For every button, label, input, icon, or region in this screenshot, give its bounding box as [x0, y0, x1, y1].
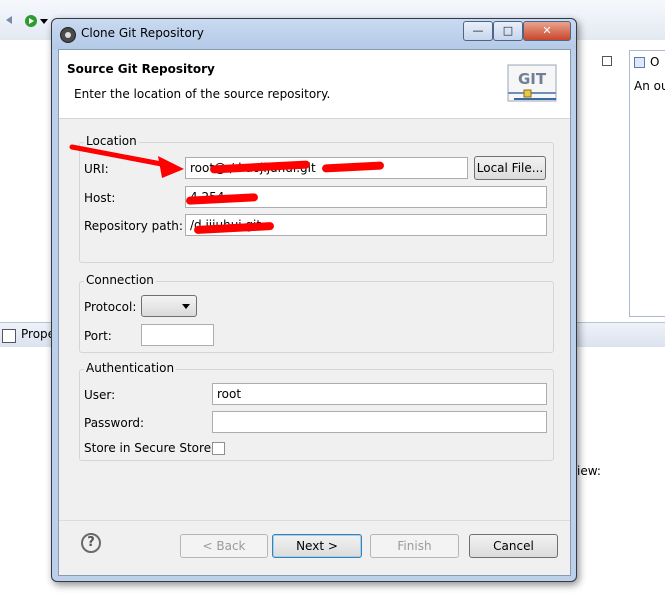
protocol-select[interactable]: [141, 295, 197, 317]
wizard-header: Source Git Repository Enter the location…: [59, 50, 570, 119]
git-logo-text: GIT: [518, 70, 547, 88]
back-button[interactable]: < Back: [180, 534, 268, 558]
properties-tab-label: Prope: [21, 327, 56, 341]
close-button[interactable]: ✕: [523, 21, 571, 41]
store-secure-checkbox[interactable]: [212, 442, 225, 455]
dialog-client: Source Git Repository Enter the location…: [58, 49, 571, 576]
password-input[interactable]: [212, 411, 547, 433]
help-icon[interactable]: ?: [81, 533, 101, 553]
connection-legend: Connection: [84, 273, 156, 287]
dialog-titlebar[interactable]: Clone Git Repository — □ ✕: [52, 19, 576, 49]
host-label: Host:: [84, 191, 116, 205]
location-group: Location URI: root@ /d aojijuhui.git Loc…: [79, 134, 554, 263]
properties-icon: [2, 329, 16, 343]
port-input[interactable]: [141, 324, 214, 346]
user-label: User:: [84, 388, 116, 402]
local-file-button[interactable]: Local File...: [474, 156, 546, 180]
maximize-button[interactable]: □: [493, 21, 523, 41]
view-message: iew:: [577, 464, 601, 478]
protocol-label: Protocol:: [84, 300, 137, 314]
clone-git-repository-dialog: Clone Git Repository — □ ✕ Source Git Re…: [51, 18, 577, 582]
toolbar-arrow-icon[interactable]: [4, 14, 16, 26]
repository-path-label: Repository path:: [84, 219, 183, 233]
outline-tab-label[interactable]: O: [650, 55, 659, 69]
git-logo-icon: GIT: [507, 64, 557, 102]
outline-message: An ou: [634, 79, 665, 93]
user-input[interactable]: root: [212, 383, 547, 405]
connection-group: Connection Protocol: Port:: [79, 273, 554, 353]
cancel-button[interactable]: Cancel: [469, 534, 558, 558]
wizard-page-title: Source Git Repository: [67, 62, 215, 76]
store-secure-label: Store in Secure Store: [84, 441, 212, 455]
minimize-button[interactable]: —: [463, 21, 493, 41]
wizard-page-description: Enter the location of the source reposit…: [74, 87, 331, 101]
outline-icon: [634, 57, 645, 68]
outline-view: O An ou: [629, 50, 665, 317]
next-button[interactable]: Next >: [272, 534, 362, 558]
password-label: Password:: [84, 416, 145, 430]
button-bar-divider: [59, 520, 570, 521]
port-label: Port:: [84, 329, 112, 343]
run-icon[interactable]: [24, 14, 37, 27]
uri-label: URI:: [84, 162, 109, 176]
location-legend: Location: [84, 134, 139, 148]
chevron-down-icon: [182, 304, 190, 309]
minimize-view-icon[interactable]: [602, 56, 612, 66]
dialog-title: Clone Git Repository: [81, 26, 204, 40]
authentication-legend: Authentication: [84, 361, 177, 375]
eclipse-gear-icon: [60, 27, 76, 43]
finish-button[interactable]: Finish: [370, 534, 459, 558]
authentication-group: Authentication User: root Password: Stor…: [79, 361, 554, 461]
